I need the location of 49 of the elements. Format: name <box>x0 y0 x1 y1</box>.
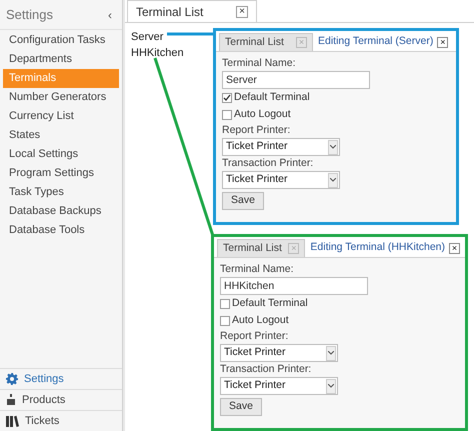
section-button[interactable]: Products <box>0 389 122 410</box>
field-label: Report Printer: <box>220 330 288 343</box>
sidebar-item[interactable]: Program Settings <box>3 164 119 183</box>
books-icon <box>6 415 19 427</box>
dropdown[interactable]: Ticket Printer <box>222 138 340 156</box>
close-button[interactable]: × <box>449 242 460 254</box>
save-button[interactable]: Save <box>220 398 262 416</box>
checkbox[interactable]: Auto Logout <box>220 313 289 329</box>
field-label: Report Printer: <box>222 124 290 137</box>
sidebar-item[interactable]: Database Backups <box>3 202 119 221</box>
sidebar-item[interactable]: Local Settings <box>3 145 119 164</box>
sidebar-item[interactable]: Currency List <box>3 107 119 126</box>
sidebar-item[interactable]: Configuration Tasks <box>3 31 119 50</box>
collapse-button[interactable]: ‹ <box>104 6 116 24</box>
gear-icon <box>6 373 18 385</box>
check-icon <box>223 94 231 102</box>
close-button[interactable]: × <box>437 36 448 48</box>
field-label: Terminal Name: <box>222 56 296 70</box>
sidebar-item[interactable]: States <box>3 126 119 145</box>
tab[interactable]: Terminal List × <box>127 0 257 22</box>
checkbox[interactable]: Default Terminal <box>222 90 310 106</box>
save-button[interactable]: Save <box>222 192 264 210</box>
dropdown[interactable]: Ticket Printer <box>220 344 338 362</box>
text-field[interactable]: Server <box>222 71 370 89</box>
dropdown[interactable]: Ticket Printer <box>222 171 340 189</box>
checkbox[interactable]: Default Terminal <box>220 296 308 312</box>
chevron-down-icon <box>328 351 334 355</box>
section-button[interactable]: Tickets <box>0 410 122 431</box>
list-item[interactable]: Server <box>131 29 164 45</box>
chevron-down-icon <box>330 145 336 149</box>
chevron-down-icon <box>330 178 336 182</box>
field-label: Transaction Printer: <box>222 157 314 170</box>
dropdown[interactable]: Ticket Printer <box>220 377 338 395</box>
sidebar-title: Settings <box>6 6 53 24</box>
section-button[interactable]: Settings <box>0 368 122 389</box>
field-label: Transaction Printer: <box>220 363 312 376</box>
sidebar-item[interactable]: Database Tools <box>3 221 119 240</box>
tab[interactable]: Terminal List × <box>217 239 306 257</box>
list-item[interactable]: HHKitchen <box>131 45 184 61</box>
cup-icon <box>6 394 16 406</box>
tab[interactable]: Terminal List × <box>219 33 313 51</box>
text-field[interactable]: HHKitchen <box>220 277 368 295</box>
close-button[interactable]: × <box>236 6 248 18</box>
field-label: Terminal Name: <box>220 262 294 276</box>
checkbox[interactable]: Auto Logout <box>222 107 291 123</box>
chevron-down-icon <box>328 384 334 388</box>
sidebar-item[interactable]: Number Generators <box>3 88 119 107</box>
sidebar-item[interactable]: Task Types <box>3 183 119 202</box>
sidebar-item[interactable]: Departments <box>3 50 119 69</box>
